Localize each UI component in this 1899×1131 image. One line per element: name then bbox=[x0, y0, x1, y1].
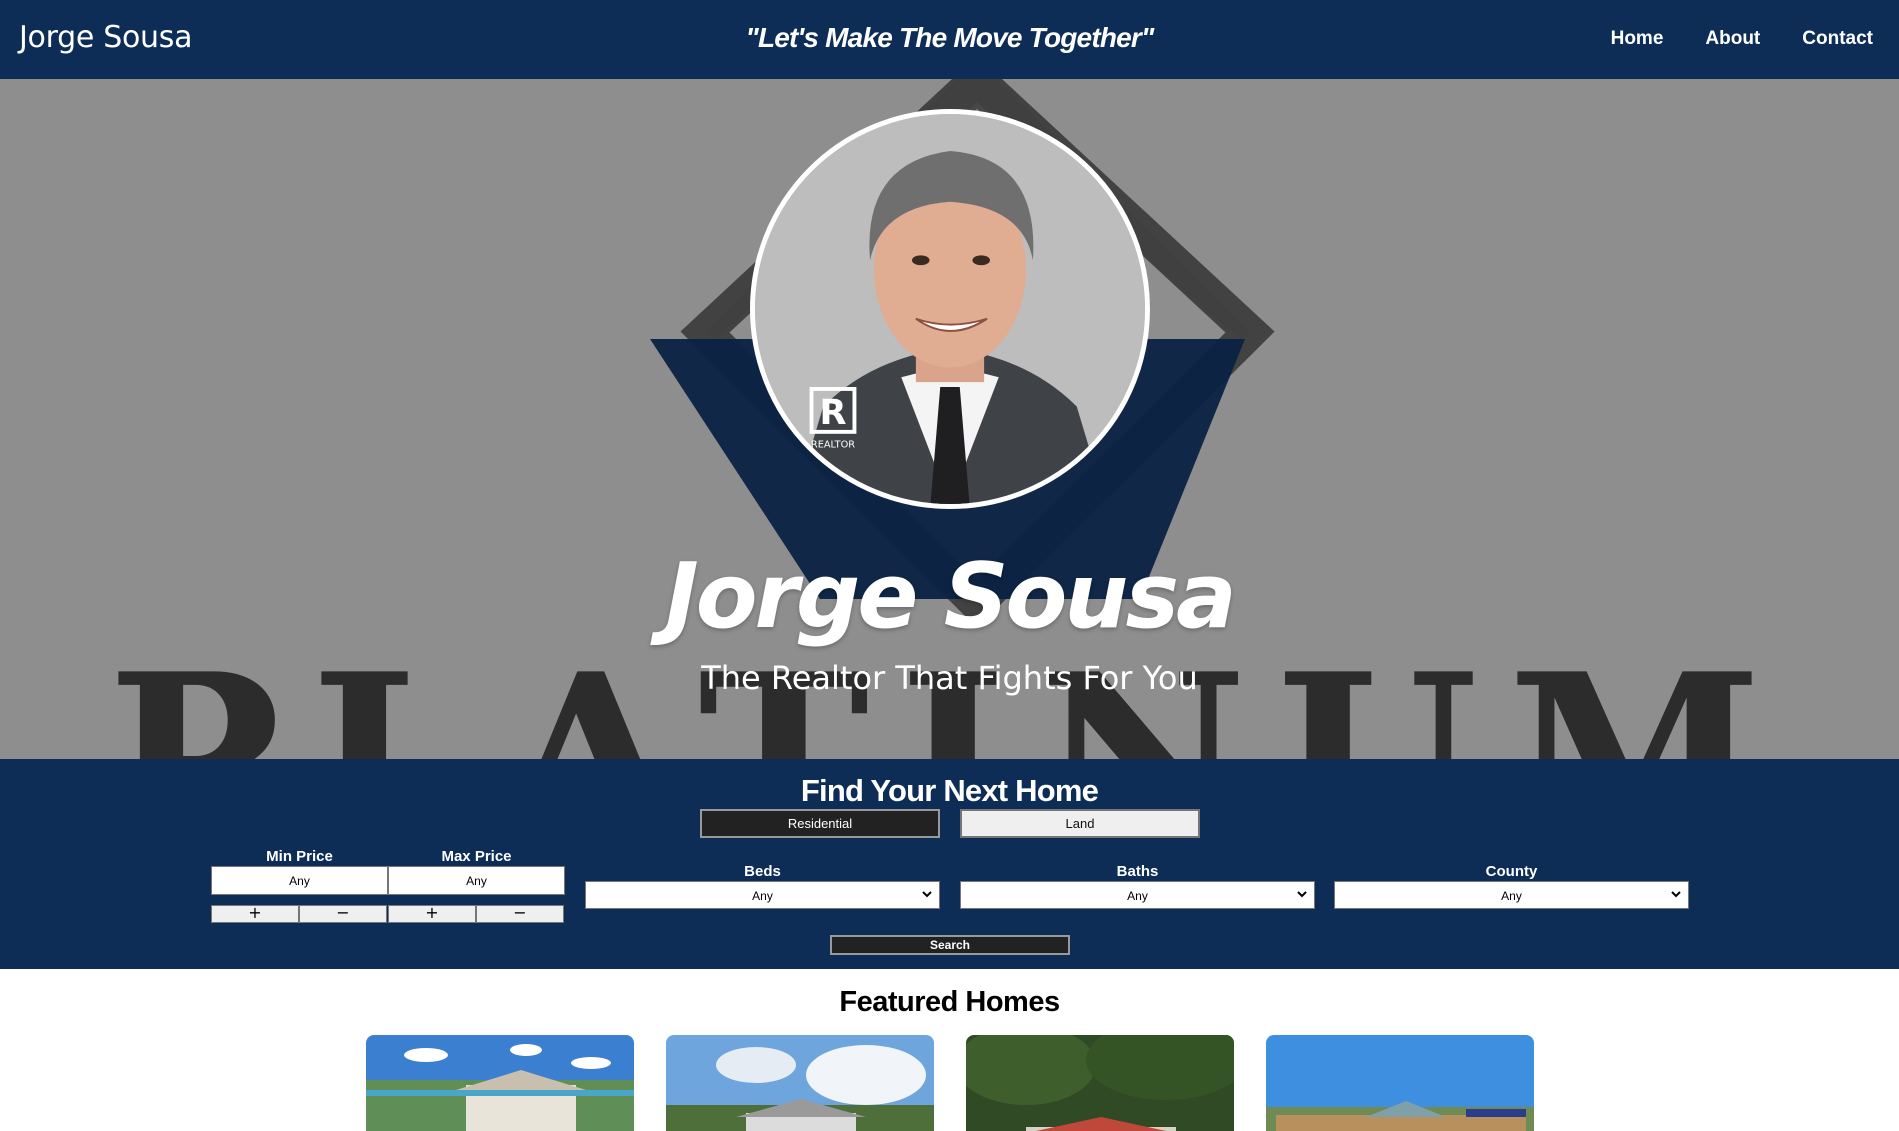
chevron-down-icon bbox=[1671, 891, 1681, 898]
type-residential-button[interactable]: Residential bbox=[700, 809, 940, 838]
county-select[interactable]: Any bbox=[1334, 881, 1689, 909]
featured-home-image bbox=[666, 1035, 934, 1131]
min-price-label: Min Price bbox=[266, 848, 333, 865]
featured-home-image bbox=[966, 1035, 1234, 1131]
portrait-image: R REALTOR bbox=[755, 114, 1145, 504]
min-price-decrement-button[interactable]: − bbox=[299, 905, 387, 923]
nav-link-contact[interactable]: Contact bbox=[1802, 28, 1873, 50]
featured-homes-title: Featured Homes bbox=[839, 986, 1060, 1018]
type-land-button[interactable]: Land bbox=[960, 809, 1200, 838]
baths-value: Any bbox=[1127, 889, 1148, 903]
county-value: Any bbox=[1501, 889, 1522, 903]
beds-select[interactable]: Any bbox=[585, 881, 940, 909]
featured-home-card[interactable] bbox=[966, 1035, 1234, 1131]
nav-link-about[interactable]: About bbox=[1705, 28, 1760, 50]
featured-home-image bbox=[366, 1035, 634, 1131]
beds-value: Any bbox=[752, 889, 773, 903]
baths-select[interactable]: Any bbox=[960, 881, 1315, 909]
min-price-input[interactable]: Any bbox=[211, 866, 388, 895]
chevron-down-icon bbox=[922, 891, 932, 898]
svg-text:REALTOR: REALTOR bbox=[811, 439, 855, 450]
featured-home-card[interactable] bbox=[366, 1035, 634, 1131]
brand-name[interactable]: Jorge Sousa bbox=[19, 20, 192, 55]
max-price-label: Max Price bbox=[441, 848, 512, 865]
search-title: Find Your Next Home bbox=[800, 773, 1099, 808]
chevron-down-icon bbox=[1297, 891, 1307, 898]
hero-subtitle: The Realtor That Fights For You bbox=[701, 659, 1198, 697]
max-price-decrement-button[interactable]: − bbox=[476, 905, 564, 923]
beds-label: Beds bbox=[744, 863, 781, 880]
hero-section: PLATINUM R REALTOR Jorge Sousa The Realt… bbox=[0, 79, 1899, 759]
svg-text:R: R bbox=[819, 392, 846, 433]
home-search-panel: Find Your Next Home Residential Land Min… bbox=[0, 759, 1899, 969]
nav-links: Home About Contact bbox=[1611, 28, 1873, 50]
realtor-portrait: R REALTOR bbox=[750, 109, 1150, 509]
county-label: County bbox=[1485, 863, 1538, 880]
max-price-value: Any bbox=[466, 874, 487, 888]
nav-link-home[interactable]: Home bbox=[1611, 28, 1664, 50]
max-price-input[interactable]: Any bbox=[388, 866, 565, 895]
top-nav: Jorge Sousa "Let's Make The Move Togethe… bbox=[0, 0, 1899, 79]
search-button[interactable]: Search bbox=[830, 935, 1070, 955]
hero-name: Jorge Sousa bbox=[665, 544, 1237, 649]
min-price-increment-button[interactable]: + bbox=[211, 905, 299, 923]
featured-home-card[interactable] bbox=[1266, 1035, 1534, 1131]
max-price-increment-button[interactable]: + bbox=[388, 905, 476, 923]
featured-home-card[interactable] bbox=[666, 1035, 934, 1131]
featured-home-image bbox=[1266, 1035, 1534, 1131]
baths-label: Baths bbox=[1116, 863, 1159, 880]
min-price-value: Any bbox=[289, 874, 310, 888]
